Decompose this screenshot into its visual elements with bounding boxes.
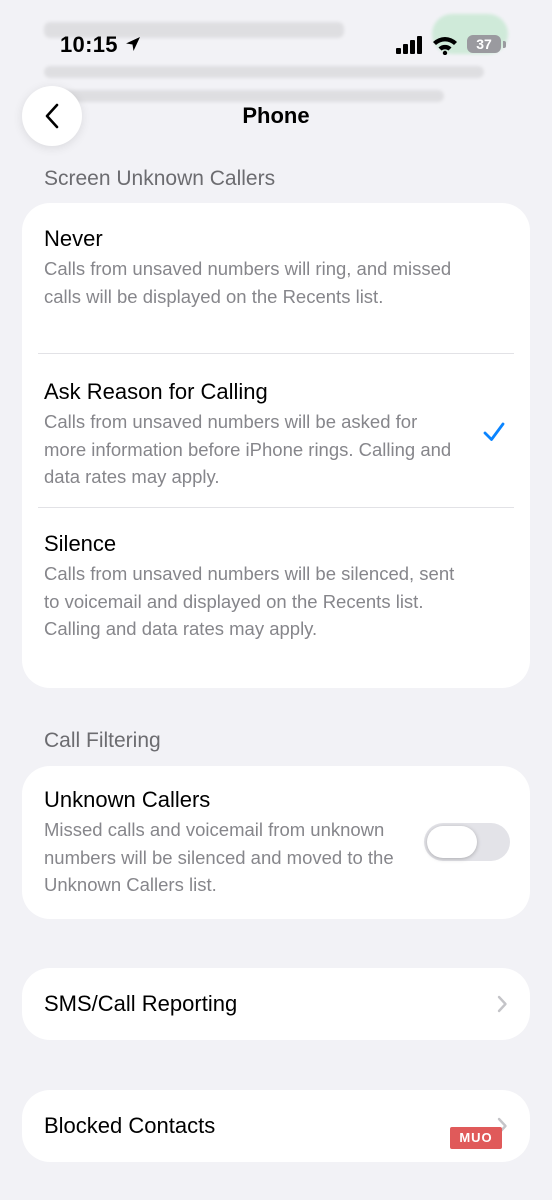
sms-call-reporting-row[interactable]: SMS/Call Reporting <box>22 968 530 1040</box>
background-line <box>44 90 444 102</box>
chevron-right-icon <box>497 995 507 1013</box>
section-header-call-filtering: Call Filtering <box>44 729 161 752</box>
option-ask-reason[interactable]: Ask Reason for Calling Calls from unsave… <box>44 378 464 491</box>
call-filtering-card: Unknown Callers Missed calls and voicema… <box>22 766 530 919</box>
status-time: 10:15 <box>60 32 118 57</box>
row-label: SMS/Call Reporting <box>44 991 238 1016</box>
toggle-knob <box>427 826 477 858</box>
row-label: Blocked Contacts <box>44 1113 216 1138</box>
option-description: Calls from unsaved numbers will be asked… <box>44 411 452 487</box>
watermark-logo: MUO <box>450 1127 502 1149</box>
divider <box>38 507 514 508</box>
location-arrow-icon <box>126 37 140 51</box>
battery-tip <box>503 41 506 48</box>
setting-description: Missed calls and voicemail from unknown … <box>44 819 394 895</box>
section-header-screen-callers: Screen Unknown Callers <box>44 167 276 190</box>
option-title: Ask Reason for Calling <box>44 379 268 404</box>
divider <box>38 353 514 354</box>
option-silence[interactable]: Silence Calls from unsaved numbers will … <box>44 530 464 643</box>
setting-title: Unknown Callers <box>44 787 211 812</box>
option-never[interactable]: Never Calls from unsaved numbers will ri… <box>44 225 464 310</box>
option-title: Never <box>44 226 103 251</box>
screen-callers-card: Never Calls from unsaved numbers will ri… <box>22 203 530 688</box>
unknown-callers-toggle[interactable] <box>424 823 510 861</box>
battery-icon: 37 <box>467 35 501 53</box>
checkmark-icon <box>483 422 505 441</box>
option-title: Silence <box>44 531 117 556</box>
cellular-signal-icon <box>396 36 422 54</box>
unknown-callers-setting: Unknown Callers Missed calls and voicema… <box>44 786 424 899</box>
watermark-text: MUO <box>459 1130 493 1145</box>
status-bar: 10:15 37 <box>0 0 552 90</box>
wifi-icon <box>433 37 457 55</box>
blocked-contacts-row[interactable]: Blocked Contacts <box>22 1090 530 1162</box>
page-title: Phone <box>242 103 310 128</box>
option-description: Calls from unsaved numbers will ring, an… <box>44 258 452 307</box>
battery-level: 37 <box>476 36 492 52</box>
option-description: Calls from unsaved numbers will be silen… <box>44 563 455 639</box>
